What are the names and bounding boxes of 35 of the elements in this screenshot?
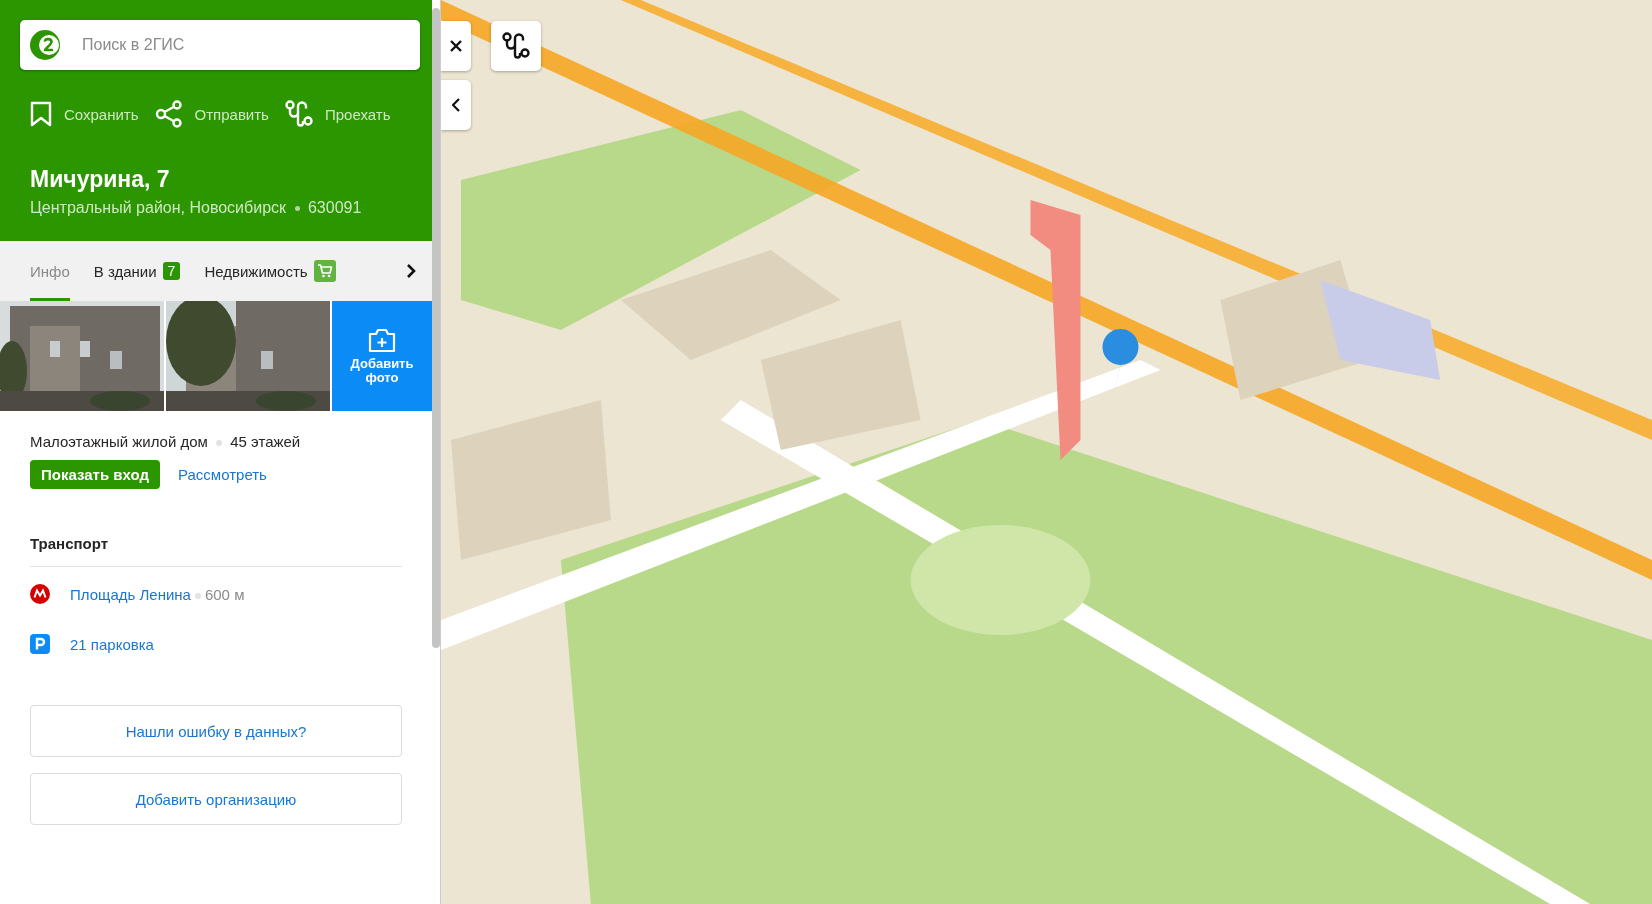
route-icon xyxy=(284,100,313,128)
save-button[interactable]: Сохранить xyxy=(30,100,139,128)
close-icon xyxy=(450,40,462,52)
count-badge: 7 xyxy=(162,262,181,280)
place-address: Центральный район, Новосибирск 630091 xyxy=(30,199,363,217)
route-button[interactable] xyxy=(491,21,541,71)
transport-link[interactable]: Площадь Ленина xyxy=(70,585,191,603)
report-error-button[interactable]: Нашли ошибку в данных? xyxy=(30,705,402,757)
chevron-left-icon xyxy=(452,98,460,112)
parking-icon xyxy=(30,634,50,654)
section-title: Транспорт xyxy=(30,535,402,567)
share-button[interactable]: Отправить xyxy=(154,100,269,128)
building-info: Малоэтажный жилой дом 45 этажей xyxy=(30,433,302,450)
metro-icon xyxy=(30,584,50,604)
cart-icon xyxy=(313,260,336,282)
tab[interactable]: В здании 7 xyxy=(93,241,181,301)
collapse-button[interactable] xyxy=(441,80,471,130)
transport-link[interactable]: 21 парковка xyxy=(70,635,154,653)
view-link[interactable]: Рассмотреть xyxy=(178,466,267,483)
distance-text: 600 м xyxy=(204,585,245,603)
route-icon xyxy=(502,32,530,60)
route-button[interactable]: Проехать xyxy=(284,100,391,128)
add-organization-button[interactable]: Добавить организацию xyxy=(30,773,402,825)
show-entrance-button[interactable]: Показать вход xyxy=(30,460,160,489)
logo-icon xyxy=(30,30,60,60)
add-photo-button[interactable]: Добавить фото xyxy=(332,301,432,411)
camera-plus-icon xyxy=(368,326,396,353)
tab[interactable]: Недвижимость xyxy=(204,241,336,301)
share-icon xyxy=(154,100,183,128)
search-input[interactable]: Поиск в 2ГИС xyxy=(80,35,410,55)
place-title: Мичурина, 7 xyxy=(30,166,171,193)
chevron-right-icon xyxy=(406,263,416,279)
search-field[interactable]: Поиск в 2ГИС xyxy=(20,20,420,70)
close-button[interactable] xyxy=(441,21,471,71)
bookmark-icon xyxy=(30,101,52,127)
